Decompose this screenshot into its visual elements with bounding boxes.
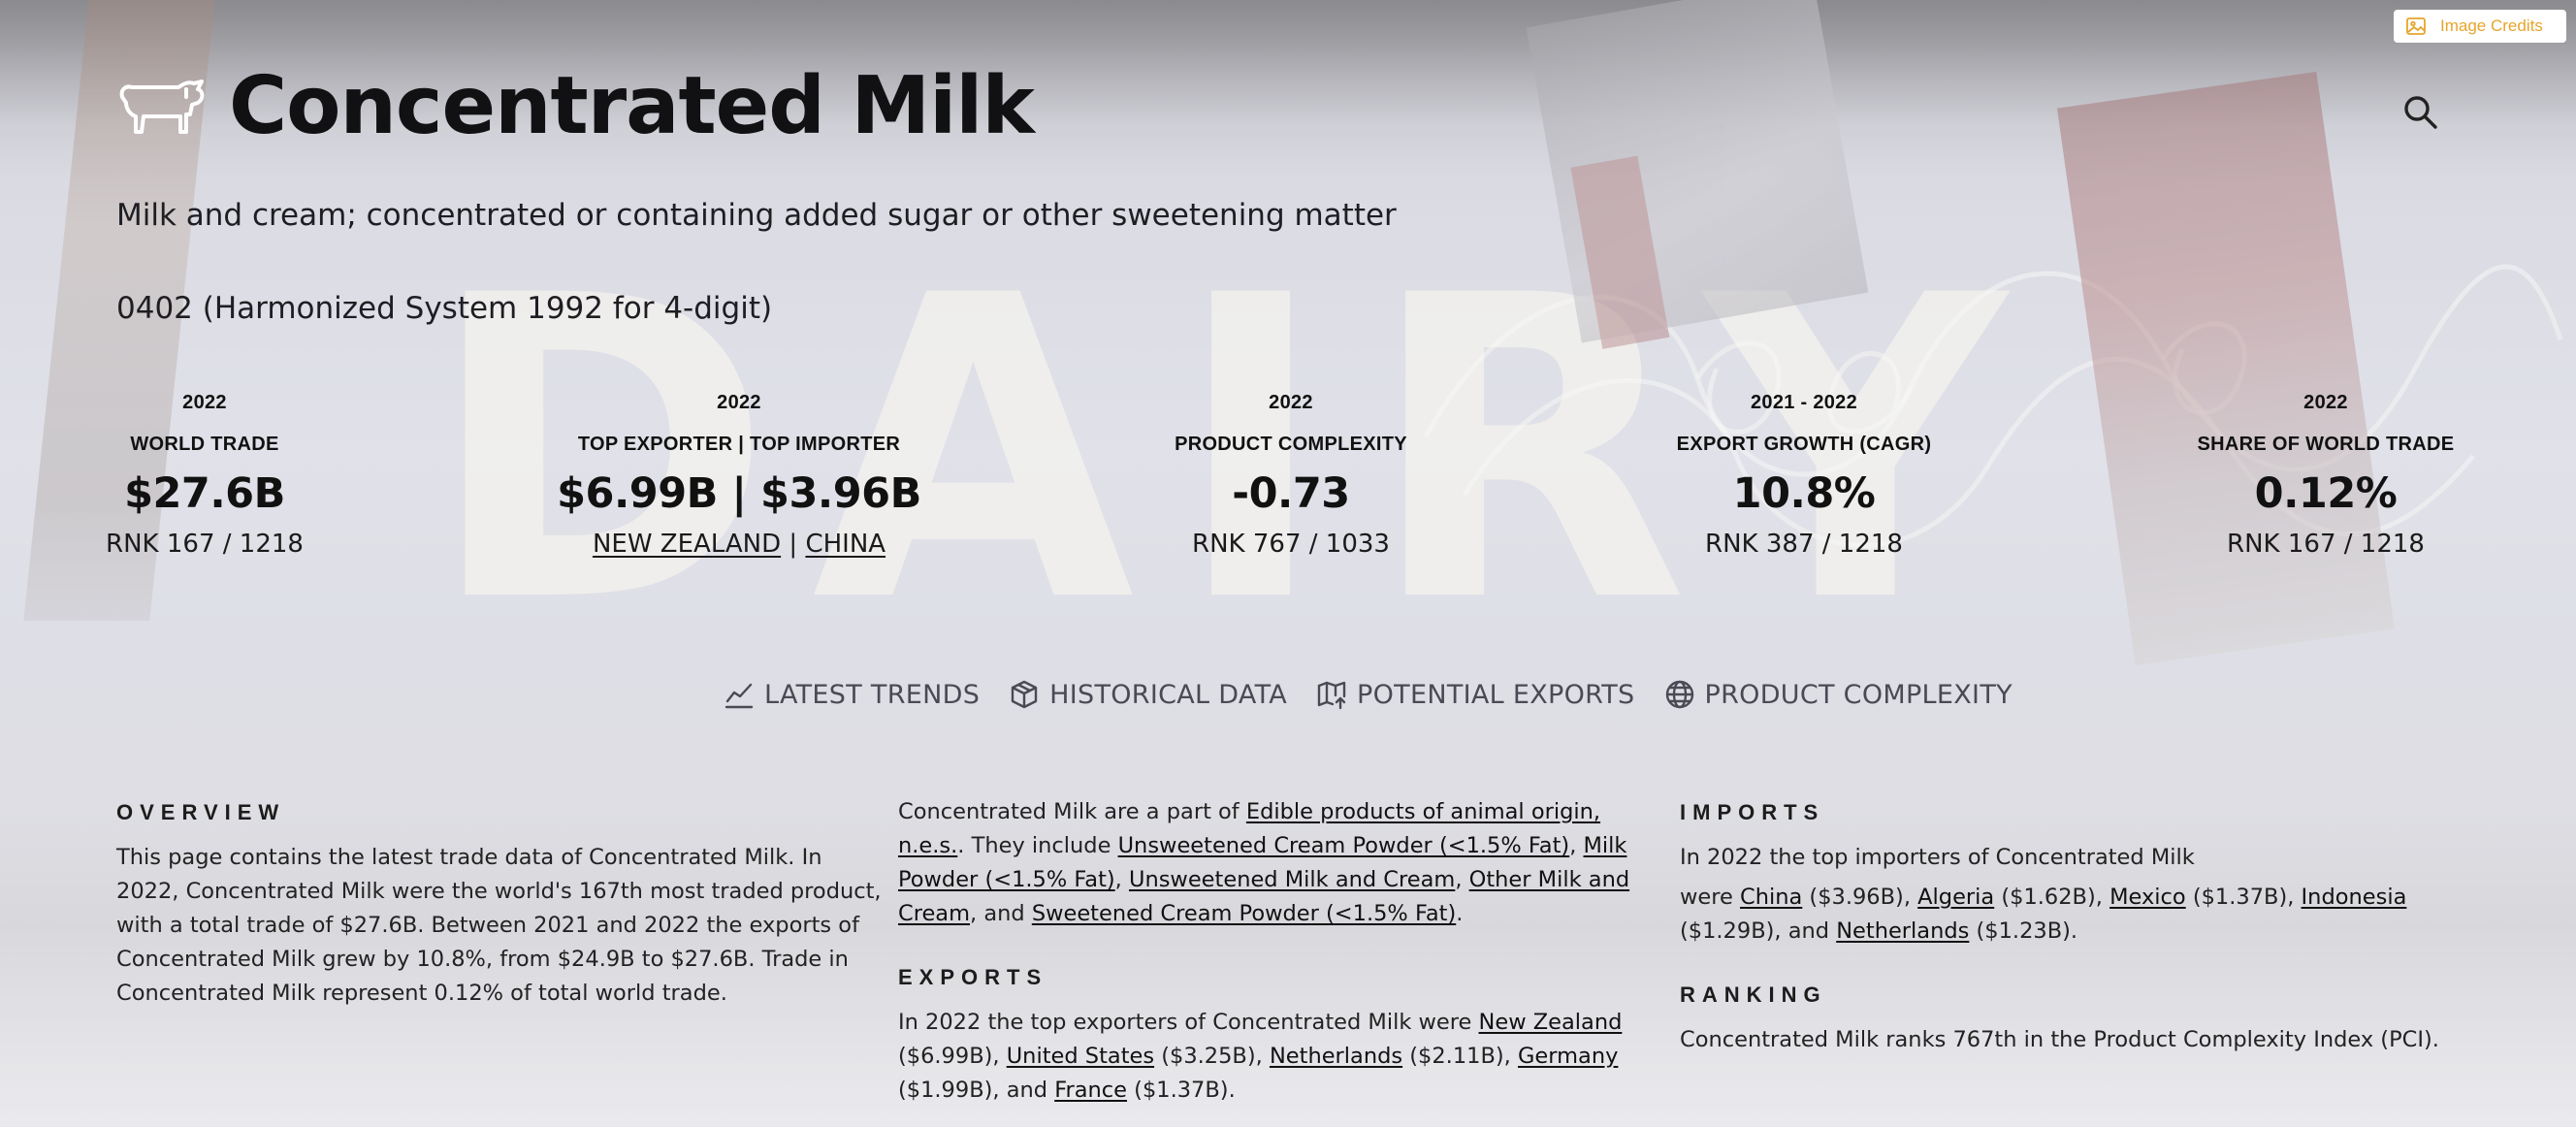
top-importer-link[interactable]: CHINA — [805, 530, 886, 559]
stat-top-countries: NEW ZEALAND | CHINA — [516, 530, 962, 559]
stat-label: TOP EXPORTER | TOP IMPORTER — [577, 434, 901, 455]
product-hierarchy-text: Concentrated Milk are a part of Edible p… — [898, 795, 1645, 931]
child-product-link[interactable]: Unsweetened Cream Powder (<1.5% Fat) — [1118, 833, 1570, 858]
child-product-link[interactable]: Unsweetened Milk and Cream — [1129, 867, 1455, 892]
stat-label: PRODUCT COMPLEXITY — [1175, 434, 1407, 455]
text-fragment: ($2.11B), — [1402, 1044, 1518, 1069]
ranking-text: Concentrated Milk ranks 767th in the Pro… — [1680, 1027, 2439, 1052]
stat-rank: RNK 167 / 1218 — [2227, 530, 2425, 559]
text-fragment: In 2022 the top exporters of Concentrate… — [898, 1010, 1479, 1035]
exporter-link[interactable]: New Zealand — [1479, 1010, 1623, 1035]
text-fragment: , — [1569, 833, 1584, 858]
globe-icon — [1665, 680, 1693, 709]
text-fragment: , — [1455, 867, 1469, 892]
tab-label: HISTORICAL DATA — [1049, 679, 1288, 710]
exporter-link[interactable]: United States — [1007, 1044, 1154, 1069]
stat-year: 2022 — [182, 392, 227, 413]
stat-world-trade: 2022 WORLD TRADE $27.6B RNK 167 / 1218 — [0, 392, 428, 559]
text-fragment: ($1.23B). — [1969, 918, 2078, 944]
stat-label: SHARE OF WORLD TRADE — [2197, 434, 2455, 455]
stat-year: 2022 — [1269, 392, 1313, 413]
overview-text: This page contains the latest trade data… — [116, 845, 882, 1006]
stat-separator: | — [789, 530, 798, 559]
stat-year: 2021 - 2022 — [1750, 392, 1858, 413]
importer-link[interactable]: Mexico — [2109, 885, 2186, 910]
exporter-link[interactable]: Netherlands — [1270, 1044, 1402, 1069]
text-fragment: ($3.96B), — [1802, 885, 1918, 910]
ranking-heading: RANKING — [1680, 982, 1827, 1007]
text-fragment: . They include — [957, 833, 1118, 858]
overview-section: OVERVIEW This page contains the latest t… — [116, 795, 883, 1011]
importer-link[interactable]: Netherlands — [1836, 918, 1969, 944]
overview-heading: OVERVIEW — [116, 800, 286, 824]
search-icon[interactable] — [2401, 93, 2440, 132]
stat-year: 2022 — [2303, 392, 2348, 413]
page: Image Credits Concentrated Milk Milk and… — [0, 0, 2576, 1127]
stat-top-trade: 2022 TOP EXPORTER | TOP IMPORTER $6.99B … — [516, 392, 962, 559]
text-fragment: , — [1114, 867, 1129, 892]
trend-line-icon — [724, 683, 754, 709]
imports-intro: In 2022 the top importers of Concentrate… — [1680, 845, 2195, 870]
child-product-link[interactable]: Sweetened Cream Powder (<1.5% Fat) — [1032, 901, 1456, 926]
image-credits-button[interactable]: Image Credits — [2394, 10, 2566, 43]
image-credits-label: Image Credits — [2440, 16, 2543, 35]
stat-export-growth: 2021 - 2022 EXPORT GROWTH (CAGR) 10.8% R… — [1581, 392, 2027, 559]
section-tabs: LATEST TRENDS HISTORICAL DATA POTENTIAL … — [724, 679, 2012, 710]
text-fragment: ($1.37B), — [2185, 885, 2302, 910]
stat-rank: RNK 387 / 1218 — [1705, 530, 1903, 559]
text-fragment: ($6.99B), — [898, 1044, 1007, 1069]
tab-label: LATEST TRENDS — [764, 679, 981, 710]
page-title: Concentrated Milk — [229, 60, 1035, 152]
stat-share-world-trade: 2022 SHARE OF WORLD TRADE 0.12% RNK 167 … — [2103, 392, 2549, 559]
tab-product-complexity[interactable]: PRODUCT COMPLEXITY — [1664, 679, 2012, 710]
importer-link[interactable]: Algeria — [1917, 885, 1994, 910]
exporter-link[interactable]: Germany — [1518, 1044, 1618, 1069]
text-fragment: ($1.29B), and — [1680, 918, 1837, 944]
tab-historical-data[interactable]: HISTORICAL DATA — [1009, 679, 1287, 710]
exporter-link[interactable]: France — [1054, 1078, 1127, 1103]
hs-code: 0402 (Harmonized System 1992 for 4-digit… — [116, 291, 773, 326]
text-fragment: ($1.99B), and — [898, 1078, 1055, 1103]
importer-link[interactable]: China — [1740, 885, 1802, 910]
tab-potential-exports[interactable]: POTENTIAL EXPORTS — [1316, 679, 1634, 710]
imports-text: were China ($3.96B), Algeria ($1.62B), M… — [1680, 881, 2456, 949]
importer-link[interactable]: Indonesia — [2302, 885, 2407, 910]
text-fragment: . — [1456, 901, 1464, 926]
cow-icon — [119, 79, 205, 134]
stat-year: 2022 — [717, 392, 761, 413]
text-fragment: Concentrated Milk are a part of — [898, 799, 1246, 824]
imports-heading: IMPORTS — [1680, 800, 1825, 824]
tab-label: PRODUCT COMPLEXITY — [1704, 679, 2012, 710]
text-fragment: were — [1680, 885, 1740, 910]
exports-heading: EXPORTS — [898, 965, 1048, 989]
top-exporter-link[interactable]: NEW ZEALAND — [593, 530, 781, 559]
stat-product-complexity: 2022 PRODUCT COMPLEXITY -0.73 RNK 767 / … — [1068, 392, 1514, 559]
stat-value: 0.12% — [2254, 469, 2398, 518]
text-fragment: ($1.37B). — [1127, 1078, 1236, 1103]
text-fragment: , and — [970, 901, 1032, 926]
stat-label: WORLD TRADE — [130, 434, 279, 455]
stat-rank: RNK 167 / 1218 — [106, 530, 304, 559]
imports-section: IMPORTS In 2022 the top importers of Con… — [1680, 795, 2456, 1057]
map-icon — [1317, 681, 1346, 710]
product-hierarchy-section: Concentrated Milk are a part of Edible p… — [898, 795, 1645, 1108]
stat-value: 10.8% — [1732, 469, 1876, 518]
image-icon — [2406, 17, 2426, 35]
page-header: Concentrated Milk — [116, 60, 1035, 152]
stat-rank: RNK 767 / 1033 — [1192, 530, 1390, 559]
cube-icon — [1011, 680, 1038, 709]
stat-value: -0.73 — [1232, 469, 1350, 518]
stat-value: $6.99B | $3.96B — [557, 469, 921, 518]
tab-latest-trends[interactable]: LATEST TRENDS — [724, 679, 980, 710]
product-description: Milk and cream; concentrated or containi… — [116, 198, 1397, 233]
stat-label: EXPORT GROWTH (CAGR) — [1676, 434, 1932, 455]
text-fragment: ($1.62B), — [1994, 885, 2110, 910]
exports-text: In 2022 the top exporters of Concentrate… — [898, 1006, 1645, 1108]
stat-value: $27.6B — [124, 469, 285, 518]
text-fragment: ($3.25B), — [1154, 1044, 1270, 1069]
tab-label: POTENTIAL EXPORTS — [1357, 679, 1635, 710]
